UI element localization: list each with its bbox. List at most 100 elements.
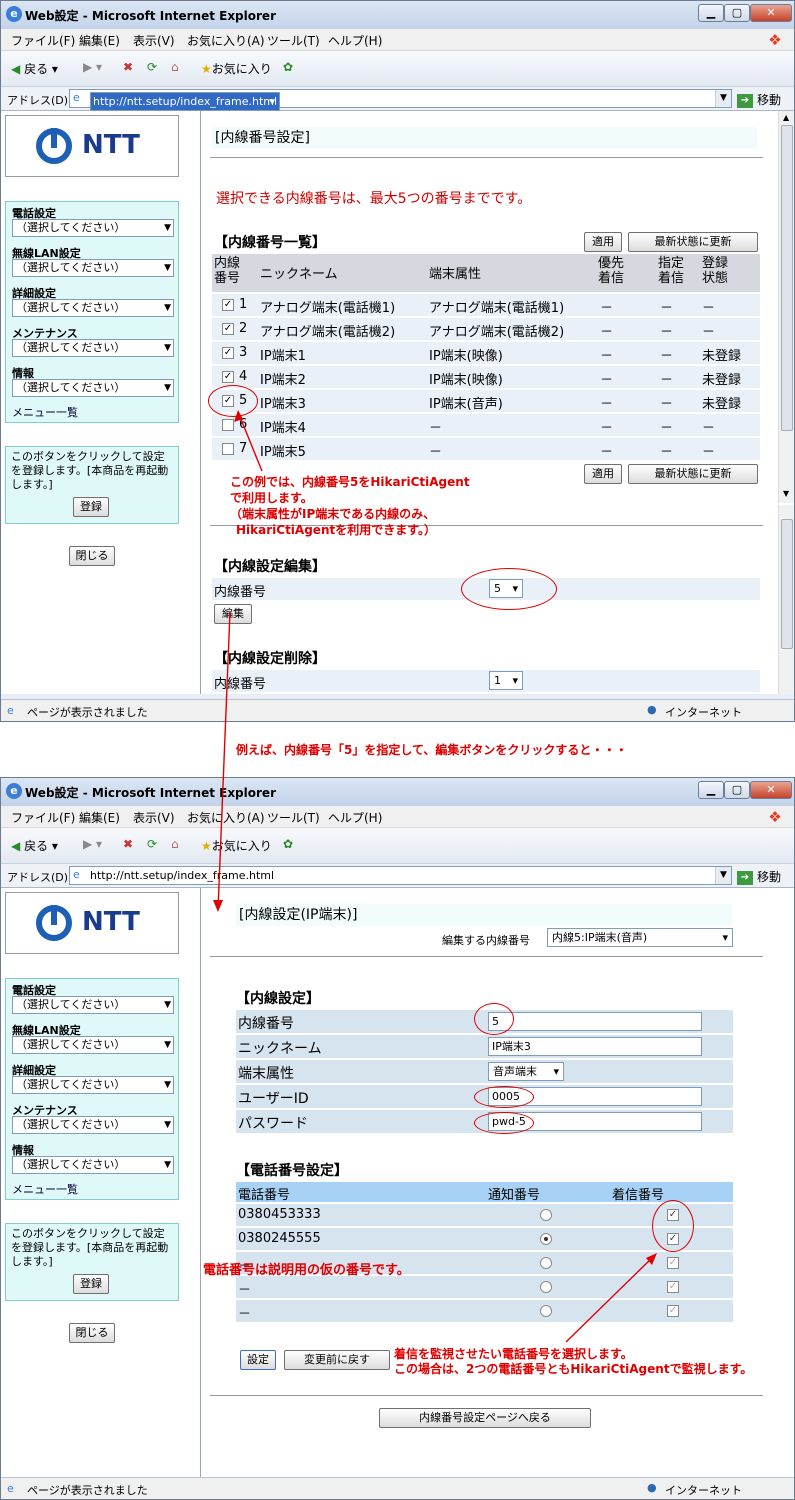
minimize-button[interactable]: ▁ [698, 4, 724, 22]
nav-select-maint-2[interactable]: （選択してください） [12, 1116, 174, 1134]
favorites-button-2[interactable]: ★お気に入り [201, 837, 272, 854]
apply-button-top[interactable]: 適用 [584, 232, 622, 252]
notify-radio[interactable] [540, 1305, 552, 1317]
edit-button[interactable]: 編集 [214, 604, 252, 624]
menu-edit[interactable]: 編集(E) [79, 32, 120, 49]
maximize-button[interactable]: ▢ [724, 4, 750, 22]
delete-extension-select[interactable]: 1 [489, 671, 523, 690]
nav-select-phone-2[interactable]: （選択してください） [12, 996, 174, 1014]
address-input-2[interactable]: e http://ntt.setup/index_frame.html ▼ [69, 866, 732, 885]
nav-select-phone[interactable]: （選択してください） [12, 219, 174, 237]
windows-logo-icon: ❖ [768, 31, 782, 49]
edit-target-select[interactable]: 内線5:IP端末(音声) [547, 928, 733, 947]
row-priority: － [600, 301, 614, 316]
stop-icon-2[interactable]: ✖ [123, 837, 133, 851]
notify-radio[interactable] [540, 1233, 552, 1245]
close-page-button-2[interactable]: 閉じる [69, 1323, 115, 1343]
register-button[interactable]: 登録 [73, 497, 109, 517]
nav-select-info-2[interactable]: （選択してください） [12, 1156, 174, 1174]
back-button[interactable]: ◀ 戻る ▾ [11, 60, 58, 77]
register-button-2[interactable]: 登録 [73, 1274, 109, 1294]
incoming-checkbox[interactable]: ✓ [667, 1257, 679, 1269]
scroll-down-icon[interactable]: ▼ [783, 489, 789, 498]
menu-list-link-2[interactable]: メニュー一覧 [12, 1181, 78, 1197]
incoming-checkbox[interactable]: ✓ [667, 1281, 679, 1293]
row-checkbox[interactable] [222, 419, 234, 431]
address-dropdown-icon[interactable]: ▼ [715, 90, 731, 107]
terminal-type-select[interactable]: 音声端末 [488, 1062, 564, 1081]
row-checkbox[interactable]: ✓ [222, 371, 234, 383]
forward-button[interactable]: ▶ ▾ [83, 60, 102, 74]
menu-help[interactable]: ヘルプ(H) [328, 32, 382, 49]
go-arrow-icon-2: ➔ [737, 870, 753, 885]
field-label: 端末属性 [238, 1066, 294, 1082]
address-input[interactable]: e http://ntt.setup/index_frame.html ▼ [69, 89, 732, 111]
stop-icon[interactable]: ✖ [123, 60, 133, 74]
go-button-2[interactable]: ➔ 移動 [737, 868, 781, 885]
heading-rule [210, 157, 763, 158]
window-title-2: Web設定 - Microsoft Internet Explorer [25, 786, 276, 800]
refresh-button-top[interactable]: 最新状態に更新 [628, 232, 758, 252]
menu-list-link[interactable]: メニュー一覧 [12, 404, 78, 420]
notify-radio[interactable] [540, 1281, 552, 1293]
menu-help-2[interactable]: ヘルプ(H) [328, 809, 382, 826]
close-button[interactable]: ✕ [750, 4, 792, 22]
notify-radio[interactable] [540, 1257, 552, 1269]
revert-button[interactable]: 変更前に戻す [284, 1350, 390, 1370]
menu-tools-2[interactable]: ツール(T) [267, 809, 320, 826]
menu-view-2[interactable]: 表示(V) [133, 809, 175, 826]
edit-heading: 【内線設定編集】 [214, 559, 326, 575]
address-dropdown-icon-2[interactable]: ▼ [715, 867, 731, 884]
ntt-logo-2: NTT [5, 892, 179, 954]
incoming-checkbox[interactable]: ✓ [667, 1305, 679, 1317]
history-icon-2[interactable]: ✿ [283, 837, 293, 851]
refresh-icon-2[interactable]: ⟳ [147, 837, 157, 851]
menu-edit-2[interactable]: 編集(E) [79, 809, 120, 826]
minimize-button-2[interactable]: ▁ [698, 781, 724, 799]
favorites-button[interactable]: ★お気に入り [201, 60, 272, 77]
menu-file-2[interactable]: ファイル(F) [11, 809, 75, 826]
forward-button-2[interactable]: ▶ ▾ [83, 837, 102, 851]
nav-select-info[interactable]: （選択してください） [12, 379, 174, 397]
nav-select-maint[interactable]: （選択してください） [12, 339, 174, 357]
toolbar-2: ◀ 戻る ▾ ▶ ▾ ✖ ⟳ ⌂ ★お気に入り ✿ [1, 828, 794, 864]
nav-select-wlan-2[interactable]: （選択してください） [12, 1036, 174, 1054]
home-icon-2[interactable]: ⌂ [171, 837, 179, 851]
row-checkbox[interactable]: ✓ [222, 299, 234, 311]
menu-tools[interactable]: ツール(T) [267, 32, 320, 49]
row-number: 2 [239, 321, 248, 336]
home-icon[interactable]: ⌂ [171, 60, 179, 74]
row-checkbox[interactable] [222, 443, 234, 455]
extension-number-input[interactable]: 5 [488, 1012, 702, 1031]
title-bar: e Web設定 - Microsoft Internet Explorer ▁ … [1, 1, 794, 29]
row-checkbox[interactable]: ✓ [222, 347, 234, 359]
close-button-2[interactable]: ✕ [750, 781, 792, 799]
maximize-button-2[interactable]: ▢ [724, 781, 750, 799]
row-specified: － [660, 445, 674, 460]
go-button[interactable]: ➔ 移動 [737, 91, 781, 108]
close-page-button[interactable]: 閉じる [69, 546, 115, 566]
bottom-frame-scrollbar[interactable] [778, 505, 794, 694]
scroll-thumb[interactable] [781, 125, 793, 431]
menu-favorites[interactable]: お気に入り(A) [187, 32, 265, 49]
delete-label: 内線番号 [214, 677, 267, 692]
menu-view[interactable]: 表示(V) [133, 32, 175, 49]
nickname-input[interactable]: IP端末3 [488, 1037, 702, 1056]
history-icon[interactable]: ✿ [283, 60, 293, 74]
refresh-button-bottom[interactable]: 最新状態に更新 [628, 464, 758, 484]
back-to-extension-page-button[interactable]: 内線番号設定ページへ戻る [379, 1408, 591, 1428]
menu-file[interactable]: ファイル(F) [11, 32, 75, 49]
menu-favorites-2[interactable]: お気に入り(A) [187, 809, 265, 826]
scroll-up-icon[interactable]: ▲ [783, 113, 789, 122]
apply-button-bottom[interactable]: 適用 [584, 464, 622, 484]
row-checkbox[interactable]: ✓ [222, 323, 234, 335]
nav-select-wlan[interactable]: （選択してください） [12, 259, 174, 277]
nav-select-detail-2[interactable]: （選択してください） [12, 1076, 174, 1094]
scroll-thumb-2[interactable] [781, 519, 793, 649]
notify-radio[interactable] [540, 1209, 552, 1221]
set-button[interactable]: 設定 [240, 1350, 276, 1370]
back-button-2[interactable]: ◀ 戻る ▾ [11, 837, 58, 854]
refresh-icon[interactable]: ⟳ [147, 60, 157, 74]
nav-select-detail[interactable]: （選択してください） [12, 299, 174, 317]
top-frame-scrollbar[interactable]: ▲ ▼ [778, 111, 794, 503]
